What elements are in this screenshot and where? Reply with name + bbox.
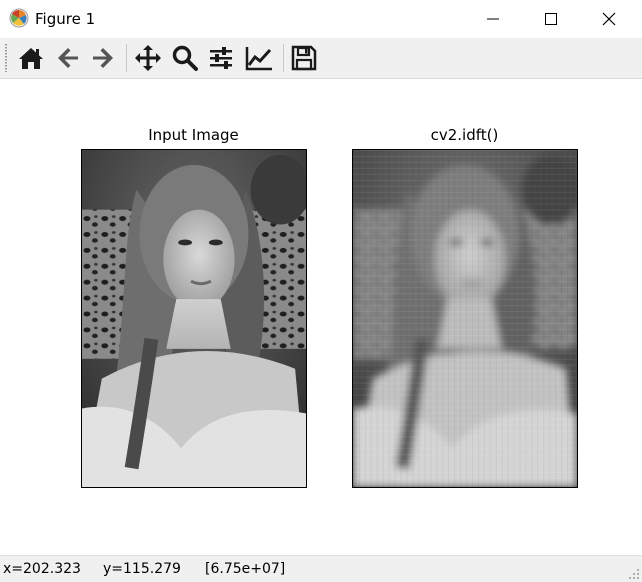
arrow-left-icon: [58, 48, 78, 68]
configure-subplots-button[interactable]: [204, 42, 238, 74]
idft-photo: [353, 150, 577, 487]
figure-canvas[interactable]: Input Image cv2.idft(): [0, 79, 642, 554]
input-photo: [82, 150, 306, 487]
chart-line-icon: [245, 47, 272, 71]
home-icon: [19, 48, 43, 69]
toolbar-grip[interactable]: [5, 44, 7, 72]
zoom-button[interactable]: [168, 42, 202, 74]
sliders-icon: [210, 47, 232, 69]
arrow-right-icon: [93, 48, 113, 68]
edit-axis-button[interactable]: [241, 42, 275, 74]
resize-grip-icon[interactable]: [628, 568, 640, 580]
magnifier-icon: [172, 45, 198, 71]
window-title: Figure 1: [35, 10, 96, 28]
input-image-axes[interactable]: [81, 149, 307, 488]
move-icon: [135, 45, 161, 71]
forward-button[interactable]: [86, 42, 120, 74]
matplotlib-logo-icon: [9, 8, 29, 28]
window-titlebar[interactable]: Figure 1: [0, 0, 642, 38]
close-icon: [602, 12, 616, 26]
cursor-y-readout: y=115.279: [103, 561, 181, 577]
axes-title-input-image: Input Image: [148, 126, 239, 144]
cursor-x-readout: x=202.323: [3, 561, 81, 577]
pan-button[interactable]: [131, 42, 165, 74]
back-button[interactable]: [51, 42, 85, 74]
toolbar-separator: [283, 44, 284, 72]
toolbar-separator: [126, 44, 127, 72]
maximize-icon: [545, 13, 557, 25]
pixel-value-readout: [6.75e+07]: [205, 561, 286, 577]
close-button[interactable]: [580, 0, 638, 38]
axes-title-idft: cv2.idft(): [430, 126, 499, 144]
save-button[interactable]: [287, 42, 321, 74]
minimize-icon: [487, 18, 499, 20]
idft-image-axes[interactable]: [352, 149, 578, 488]
status-bar: x=202.323 y=115.279 [6.75e+07]: [0, 555, 642, 582]
home-button[interactable]: [14, 42, 48, 74]
minimize-button[interactable]: [464, 0, 522, 38]
navigation-toolbar: [0, 38, 642, 79]
floppy-disk-icon: [291, 45, 317, 71]
maximize-button[interactable]: [522, 0, 580, 38]
